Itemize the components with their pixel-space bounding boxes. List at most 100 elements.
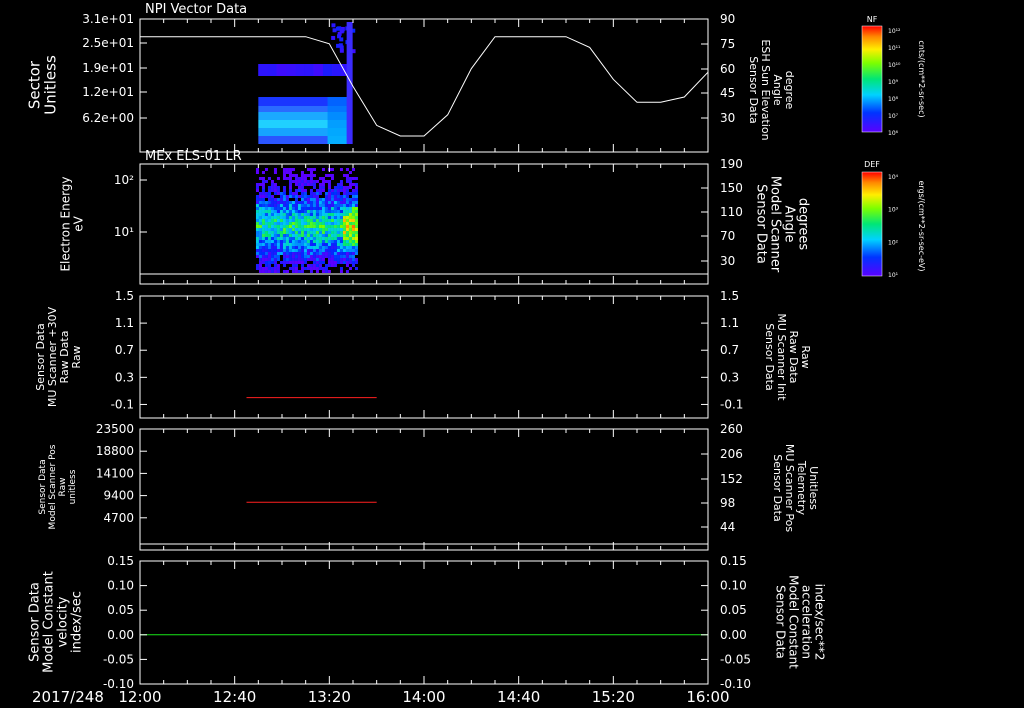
heatmap-cell xyxy=(318,219,322,222)
y-axis-label-right: ESH Sun Elevation xyxy=(759,39,772,140)
heatmap-cell xyxy=(324,234,328,237)
heatmap-cell xyxy=(342,192,346,195)
heatmap-cell xyxy=(354,204,358,207)
heatmap-cell xyxy=(300,246,304,249)
heatmap-cell xyxy=(339,201,343,204)
heatmap-cell xyxy=(309,225,313,228)
heatmap-cell xyxy=(300,261,304,264)
heatmap-cell xyxy=(264,243,268,246)
heatmap-cell xyxy=(315,261,319,264)
heatmap-cell xyxy=(321,240,325,243)
heatmap-cell xyxy=(345,216,349,219)
heatmap-cell xyxy=(285,234,289,237)
heatmap-cell xyxy=(276,237,280,240)
heatmap-cell xyxy=(270,249,274,252)
heatmap-cell xyxy=(354,243,358,246)
heatmap-cell xyxy=(288,171,292,174)
heatmap-cell xyxy=(333,186,337,189)
heatmap-cell xyxy=(267,234,271,237)
y-axis-label-right: Angle xyxy=(771,74,784,106)
heatmap-cell xyxy=(282,213,286,216)
heatmap-cell xyxy=(351,219,355,222)
heatmap-cell xyxy=(285,246,289,249)
heatmap-cell xyxy=(342,234,346,237)
heatmap-cell xyxy=(282,252,286,255)
heatmap-cell xyxy=(312,219,316,222)
heatmap-cell xyxy=(273,225,277,228)
heatmap-cell xyxy=(276,207,280,210)
heatmap-cell xyxy=(255,198,259,201)
heatmap-cell xyxy=(348,201,352,204)
heatmap-cell xyxy=(342,249,346,252)
heatmap-cell xyxy=(264,213,268,216)
heatmap-cell xyxy=(336,183,340,186)
heatmap-cell xyxy=(270,237,274,240)
heatmap-cell xyxy=(294,201,298,204)
heatmap-cell xyxy=(336,186,340,189)
heatmap-cell xyxy=(339,189,343,192)
heatmap-cell xyxy=(297,249,301,252)
heatmap-cell xyxy=(294,210,298,213)
heatmap-cell xyxy=(315,234,319,237)
y-tick-label-right: 0.15 xyxy=(720,554,747,568)
heatmap-cell xyxy=(312,183,316,186)
y-tick-label-left: 0.10 xyxy=(107,579,134,593)
heatmap-cell xyxy=(255,237,259,240)
heatmap-cell xyxy=(291,168,295,171)
heatmap-cell xyxy=(285,207,289,210)
heatmap-cell xyxy=(291,261,295,264)
heatmap-cell xyxy=(285,222,289,225)
y-tick-label-right: 0.10 xyxy=(720,579,747,593)
heatmap-cell xyxy=(282,186,286,189)
heatmap-cell xyxy=(264,168,268,171)
heatmap-cell xyxy=(330,258,334,261)
heatmap-cell xyxy=(273,183,277,186)
heatmap-cell xyxy=(345,237,349,240)
heatmap-cell xyxy=(309,195,313,198)
heatmap-cell xyxy=(264,180,268,183)
heatmap-cell xyxy=(312,204,316,207)
heatmap-cell xyxy=(282,255,286,258)
heatmap-cell xyxy=(348,219,352,222)
heatmap-cell xyxy=(345,243,349,246)
y-axis-label-right: Sensor Data xyxy=(763,323,776,390)
heatmap-cell xyxy=(309,174,313,177)
heatmap-cell xyxy=(351,207,355,210)
heatmap-cell xyxy=(327,174,331,177)
heatmap-cell xyxy=(282,225,286,228)
heatmap-cell xyxy=(309,228,313,231)
y-tick-label-right: 70 xyxy=(720,229,735,243)
heatmap-cell xyxy=(258,228,262,231)
heatmap-cell xyxy=(336,204,340,207)
heatmap-cell xyxy=(348,213,352,216)
heatmap-cell xyxy=(354,216,358,219)
heatmap-cell xyxy=(267,198,271,201)
heatmap-cell xyxy=(336,216,340,219)
heatmap-cell xyxy=(258,237,262,240)
heatmap-cell xyxy=(306,180,310,183)
heatmap-cell xyxy=(351,177,355,180)
time-tick-label: 16:00 xyxy=(686,688,729,706)
heatmap-cell xyxy=(309,216,313,219)
heatmap-cell xyxy=(354,192,358,195)
heatmap-cell xyxy=(270,198,274,201)
panel-title: MEx ELS-01 LR xyxy=(145,149,242,164)
heatmap-cell xyxy=(342,222,346,225)
heatmap-cell xyxy=(342,204,346,207)
heatmap-cell xyxy=(279,249,283,252)
heatmap-cell xyxy=(261,240,265,243)
heatmap-cell xyxy=(309,246,313,249)
heatmap-cell xyxy=(300,243,304,246)
heatmap-cell xyxy=(288,168,292,171)
heatmap-cell xyxy=(318,177,322,180)
heatmap-cell xyxy=(279,243,283,246)
heatmap-cell xyxy=(276,210,280,213)
heatmap-cell xyxy=(312,222,316,225)
heatmap-cell xyxy=(351,237,355,240)
heatmap-cell xyxy=(264,216,268,219)
heatmap-cell xyxy=(345,210,349,213)
heatmap-cell xyxy=(273,267,277,270)
heatmap-cell xyxy=(267,204,271,207)
heatmap-cell xyxy=(315,258,319,261)
heatmap-cell xyxy=(264,234,268,237)
